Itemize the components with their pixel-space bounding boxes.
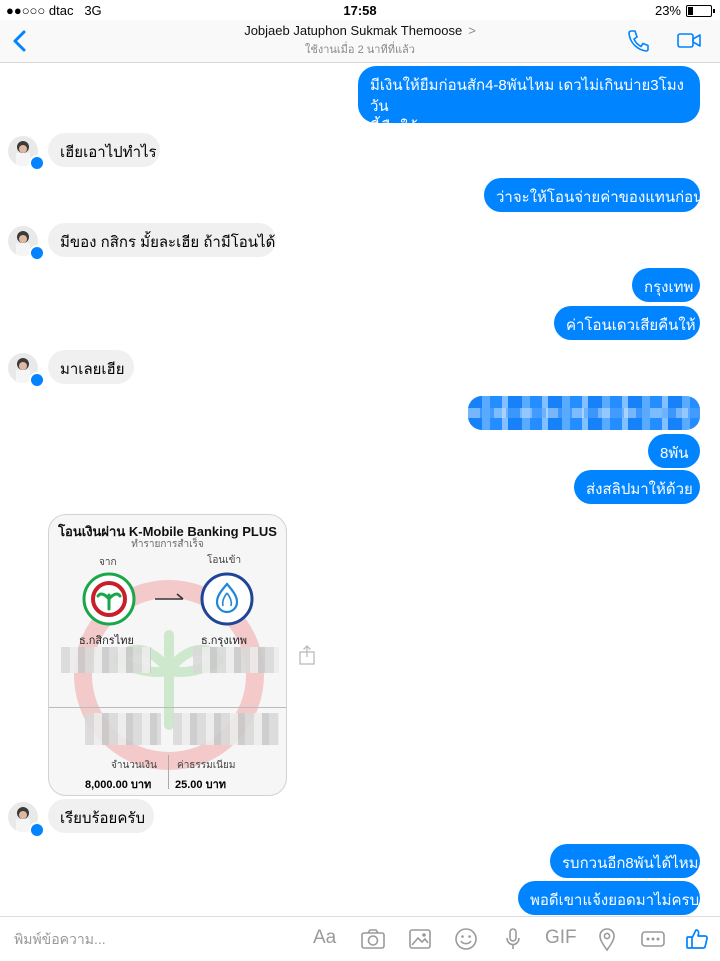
- outgoing-message[interactable]: ส่งสลิปมาให้ด้วย: [574, 470, 700, 504]
- messenger-badge-icon: [29, 372, 45, 388]
- pixelation: [468, 408, 700, 418]
- divider: [49, 707, 286, 708]
- message-text: เรียบร้อยครับ: [60, 810, 145, 827]
- outgoing-message[interactable]: 8พัน: [648, 434, 700, 468]
- camera-icon[interactable]: [360, 926, 386, 952]
- redacted-account-from: [61, 647, 151, 673]
- message-text: 8พัน: [660, 445, 689, 462]
- outgoing-message[interactable]: รบกวนอีก8พันได้ไหม: [550, 844, 700, 878]
- outgoing-message[interactable]: พอดีเขาแจ้งยอดมาไม่ครบ: [518, 881, 700, 915]
- messenger-badge-icon: [29, 822, 45, 838]
- message-text: กรุงเทพ: [644, 279, 694, 296]
- redacted-date: [85, 713, 161, 745]
- battery-percent: 23%: [654, 3, 681, 18]
- battery-status: 23%: [654, 3, 715, 18]
- microphone-icon[interactable]: [500, 926, 526, 952]
- contact-name-row[interactable]: Jobjaeb Jatuphon Sukmak Themoose >: [0, 23, 720, 38]
- message-text: นี้คืนให้: [370, 119, 418, 136]
- to-label: โอนเข้า: [207, 555, 242, 566]
- message-text: มาเลยเฮีย: [60, 361, 125, 378]
- photo-icon[interactable]: [407, 926, 433, 952]
- outgoing-message[interactable]: ว่าจะให้โอนจ่ายค่าของแทนก่อน: [484, 178, 704, 212]
- conversation-header: Jobjaeb Jatuphon Sukmak Themoose > ใช้งาน…: [0, 20, 720, 63]
- message-text: ว่าจะให้โอนจ่ายค่าของแทนก่อน: [496, 189, 704, 206]
- text-format-button[interactable]: Aa: [313, 927, 336, 953]
- contact-name[interactable]: Jobjaeb Jatuphon Sukmak Themoose: [244, 23, 462, 38]
- amount-label: จำนวนเงิน: [111, 760, 157, 771]
- redacted-outgoing-message[interactable]: [468, 396, 700, 430]
- kasikorn-bank-logo-icon: [82, 572, 136, 626]
- clock: 17:58: [343, 3, 377, 18]
- message-text: รบกวนอีก8พันได้ไหม: [562, 855, 699, 872]
- outgoing-message[interactable]: ค่าโอนเดวเสียคืนให้: [554, 306, 700, 340]
- transfer-slip-image[interactable]: โอนเงินผ่าน K-Mobile Banking PLUS ทำรายก…: [48, 514, 287, 796]
- outgoing-message[interactable]: มีเงินให้ยืมก่อนสัก4-8พันไหม เดวไม่เกินบ…: [358, 66, 700, 136]
- battery-fill: [688, 6, 693, 15]
- divider: [168, 755, 169, 789]
- messenger-badge-icon: [29, 155, 45, 171]
- redacted-reference: [173, 713, 279, 745]
- incoming-message[interactable]: เฮียเอาไปทำไร: [48, 133, 160, 167]
- incoming-message[interactable]: เรียบร้อยครับ: [48, 799, 154, 833]
- message-text: พอดีเขาแจ้งยอดมาไม่ครบ: [530, 892, 700, 909]
- receipt-status: ทำรายการสำเร็จ: [131, 539, 204, 550]
- message-composer: พิมพ์ข้อความ... Aa GIF: [0, 916, 720, 961]
- message-text: มีเงินให้ยืมก่อนสัก4-8พันไหม เดวไม่เกินบ…: [370, 77, 684, 115]
- video-camera-icon[interactable]: [676, 28, 702, 54]
- like-icon[interactable]: [684, 926, 710, 952]
- active-status: ใช้งานเมื่อ 2 นาทีที่แล้ว: [305, 44, 415, 56]
- message-input[interactable]: พิมพ์ข้อความ...: [14, 929, 106, 951]
- phone-icon[interactable]: [626, 28, 650, 54]
- redacted-account-to: [193, 647, 279, 673]
- chevron-right-icon: >: [468, 23, 476, 38]
- more-icon[interactable]: [640, 926, 666, 952]
- bangkok-bank-logo-icon: [200, 572, 254, 626]
- incoming-message[interactable]: มาเลยเฮีย: [48, 350, 134, 384]
- arrow-right-icon: [155, 593, 184, 600]
- battery-icon: [686, 4, 715, 17]
- fee-label: ค่าธรรมเนียม: [177, 760, 236, 771]
- share-icon[interactable]: [298, 644, 316, 666]
- messenger-badge-icon: [29, 245, 45, 261]
- from-label: จาก: [99, 557, 117, 568]
- status-bar: ●●○○○ dtac 3G 17:58 23%: [0, 0, 720, 20]
- fee-value: 25.00 บาท: [175, 779, 226, 791]
- outgoing-message[interactable]: กรุงเทพ: [632, 268, 700, 302]
- message-text: ค่าโอนเดวเสียคืนให้: [566, 317, 696, 334]
- message-text: ส่งสลิปมาให้ด้วย: [586, 481, 693, 498]
- emoji-icon[interactable]: [453, 926, 479, 952]
- gif-button[interactable]: GIF: [545, 927, 577, 953]
- message-text: เฮียเอาไปทำไร: [60, 144, 157, 161]
- message-text: มีของ กสิกร มั้ยละเฮีย ถ้ามีโอนได้: [60, 234, 276, 251]
- incoming-message[interactable]: มีของ กสิกร มั้ยละเฮีย ถ้ามีโอนได้: [48, 223, 276, 257]
- location-icon[interactable]: [594, 926, 620, 952]
- amount-value: 8,000.00 บาท: [85, 779, 152, 791]
